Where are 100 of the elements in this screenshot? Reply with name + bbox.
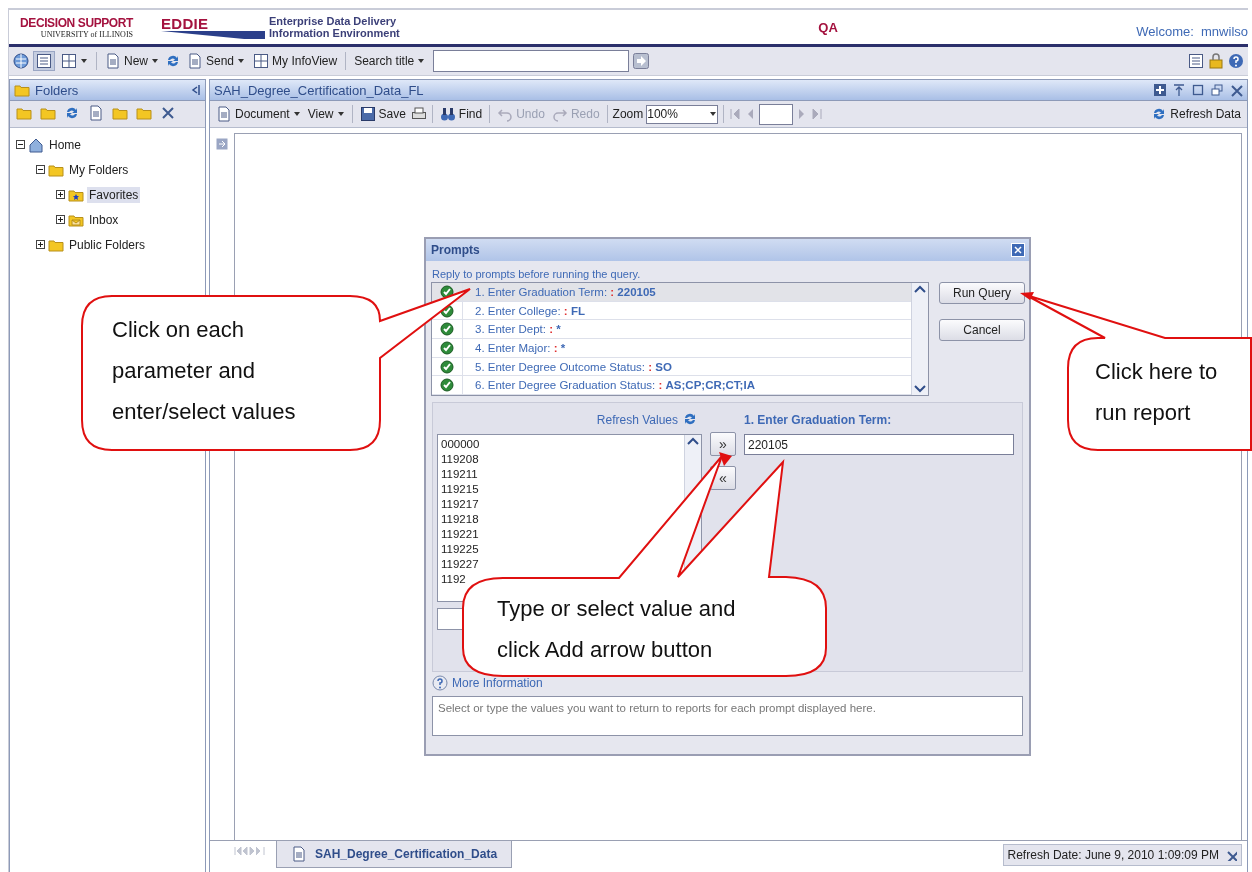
view-menu-button[interactable]: View <box>305 106 347 122</box>
tree-item[interactable]: My Folders <box>67 161 131 178</box>
prompt-text: 6. Enter Degree Graduation Status: : AS;CP;CR;CT;IA <box>474 379 755 392</box>
list-icon <box>36 53 52 69</box>
prompt-row[interactable]: 1. Enter Graduation Term: : 220105 <box>432 283 911 302</box>
close-icon[interactable] <box>1011 243 1025 257</box>
caret-icon <box>80 57 88 65</box>
help-icon[interactable] <box>432 675 448 691</box>
plus-icon[interactable] <box>1153 83 1167 97</box>
eddie-tagline: Information Environment <box>269 27 400 39</box>
refresh-values-link[interactable]: Refresh Values <box>596 413 678 427</box>
collapse-toggle-icon[interactable] <box>16 140 25 149</box>
grid-icon <box>61 53 77 69</box>
prompt-row[interactable]: 5. Enter Degree Outcome Status: : SO <box>432 357 911 377</box>
caret-icon <box>709 110 718 118</box>
report-tab[interactable]: SAH_Degree_Certification_Data <box>276 841 513 868</box>
document-icon <box>187 53 203 69</box>
prompt-row[interactable]: 3. Enter Dept: : * <box>432 320 911 339</box>
expand-toggle-icon[interactable] <box>56 215 65 224</box>
refresh-date-text: Refresh Date: June 9, 2010 1:09:09 PM <box>1007 848 1219 862</box>
close-icon[interactable] <box>1229 83 1243 97</box>
list-item[interactable]: 119215 <box>441 482 681 497</box>
welcome-text: Welcome: mnwilso <box>1136 23 1248 39</box>
lock-icon[interactable] <box>1208 53 1224 69</box>
environment-label: QA <box>817 19 839 35</box>
document-menu-button[interactable]: Document <box>214 105 303 123</box>
list-item[interactable]: 119211 <box>441 467 681 482</box>
eddie-tagline: Enterprise Data Delivery <box>269 15 398 27</box>
collapse-panel-icon[interactable] <box>189 83 201 97</box>
scrollbar[interactable] <box>911 283 928 395</box>
list-item[interactable]: 119217 <box>441 497 681 512</box>
logo-title: DECISION SUPPORT <box>20 15 133 30</box>
caret-icon <box>292 110 301 118</box>
prompt-text: 3. Enter Dept: : * <box>474 323 561 336</box>
prompt-row[interactable]: 4. Enter Major: : * <box>432 339 911 358</box>
maximize-icon[interactable] <box>1191 83 1205 97</box>
caret-icon <box>417 57 426 65</box>
dialog-title: Prompts <box>431 243 480 257</box>
list-item[interactable]: 119208 <box>441 452 681 467</box>
new-button[interactable]: New <box>103 52 161 70</box>
prompt-label: 1. Enter Graduation Term: <box>744 412 893 427</box>
value-input-field[interactable]: 220105 <box>744 434 1014 455</box>
check-icon <box>440 322 454 337</box>
list-view-button[interactable] <box>33 51 55 71</box>
pin-top-icon[interactable] <box>1172 83 1186 97</box>
refresh-icon[interactable] <box>165 53 181 69</box>
tree-item[interactable]: Home <box>47 136 83 153</box>
list-item[interactable]: 000000 <box>441 437 681 452</box>
dialog-button[interactable]: Run Query <box>939 282 1025 304</box>
view-menu-button[interactable] <box>59 52 90 70</box>
tree-item[interactable]: Inbox <box>87 211 121 228</box>
check-icon <box>440 378 454 393</box>
callout-text: Click on each parameter and enter/select values <box>112 316 297 426</box>
restore-icon[interactable] <box>1210 83 1224 97</box>
tree-item[interactable]: Favorites <box>87 186 141 203</box>
search-field[interactable] <box>433 50 630 72</box>
caret-icon <box>151 57 159 65</box>
caret-icon <box>237 57 246 65</box>
check-icon <box>440 340 454 355</box>
go-button-icon[interactable] <box>633 53 650 69</box>
prompt-text: 4. Enter Major: : * <box>474 341 566 354</box>
check-icon <box>440 359 454 374</box>
prompt-text: 5. Enter Degree Outcome Status: : SO <box>474 360 672 373</box>
close-icon[interactable] <box>1225 849 1237 861</box>
dialog-button[interactable]: Cancel <box>939 319 1025 341</box>
refresh-icon[interactable] <box>682 411 698 427</box>
page-number-field[interactable] <box>759 103 794 125</box>
add-button[interactable]: » <box>710 432 736 456</box>
eddie-logo: EDDIE <box>161 15 210 31</box>
printer-icon[interactable] <box>410 106 427 122</box>
document-title: SAH_Degree_Certification_Data_FL <box>214 82 424 98</box>
refresh-data-button[interactable]: Refresh Data <box>1149 105 1243 123</box>
document-icon <box>291 846 307 862</box>
expand-panel-icon[interactable] <box>216 138 228 150</box>
document-icon <box>105 53 121 69</box>
more-information-link[interactable]: More Information <box>452 676 543 690</box>
expand-toggle-icon[interactable] <box>56 190 65 199</box>
search-scope-dropdown[interactable]: Search title <box>352 53 428 69</box>
my-infoview-button[interactable]: My InfoView <box>251 52 340 70</box>
save-button[interactable]: Save <box>357 105 408 123</box>
help-icon[interactable] <box>1228 53 1244 69</box>
tree-item[interactable]: Public Folders <box>67 236 148 253</box>
home-icon <box>28 136 44 153</box>
undo-icon <box>497 106 514 122</box>
redo-icon <box>551 106 568 122</box>
find-button[interactable]: Find <box>437 105 485 123</box>
caret-icon <box>336 110 345 118</box>
callout-text: Type or select value and click Add arrow button <box>497 595 737 664</box>
folder-icon <box>14 82 30 98</box>
globe-icon[interactable] <box>13 53 29 69</box>
prompt-text: 1. Enter Graduation Term: : 220105 <box>474 285 656 298</box>
collapse-toggle-icon[interactable] <box>36 165 45 174</box>
zoom-dropdown[interactable]: 100% <box>646 104 719 124</box>
panel-title: Folders <box>35 82 79 98</box>
logo-subtitle: UNIVERSITY of ILLINOIS <box>40 29 133 39</box>
send-button[interactable]: Send <box>185 52 248 70</box>
prompt-row[interactable]: 6. Enter Degree Graduation Status: : AS;CP;CR;CT;IA <box>432 376 911 396</box>
expand-toggle-icon[interactable] <box>36 240 45 249</box>
document-icon <box>216 106 232 122</box>
zoom-label: Zoom <box>612 107 644 121</box>
